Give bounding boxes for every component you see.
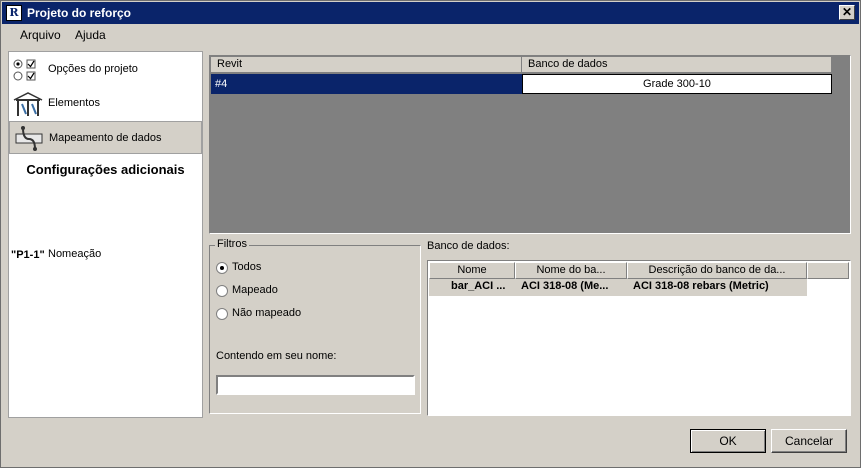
database-list: Nome Nome do ba... Descrição do banco de…: [427, 260, 851, 416]
column-header-revit[interactable]: Revit: [211, 57, 522, 73]
window-title: Projeto do reforço: [27, 6, 132, 20]
column-header-description[interactable]: Descrição do banco de da...: [627, 262, 807, 279]
nav-item-label: Mapeamento de dados: [49, 132, 162, 144]
grid-cell-database[interactable]: Grade 300-10: [522, 74, 832, 94]
radio-button[interactable]: [216, 285, 228, 297]
db-cell-db-name: ACI 318-08 (Me...: [521, 280, 609, 292]
menu-ajuda[interactable]: Ajuda: [75, 28, 106, 42]
mapping-icon: [13, 125, 45, 153]
dialog-window: R Projeto do reforço ✕ Arquivo Ajuda Opç…: [0, 0, 861, 468]
navigation-panel: Opções do projeto Elementos Mapeamento d…: [8, 51, 203, 418]
ok-button[interactable]: OK: [690, 429, 766, 453]
menu-arquivo[interactable]: Arquivo: [20, 28, 61, 42]
list-item[interactable]: bar_ACI ... ACI 318-08 (Me... ACI 318-08…: [429, 279, 807, 296]
naming-icon: "P1-1": [11, 249, 45, 261]
mapping-grid: Revit Banco de dados #4 Grade 300-10: [209, 55, 851, 234]
nav-item-naming[interactable]: "P1-1" Nomeação: [9, 246, 202, 266]
radio-label: Mapeado: [232, 284, 278, 296]
column-header-filler: [807, 262, 849, 279]
section-header: Configurações adicionais: [26, 162, 185, 177]
db-cell-name: bar_ACI ...: [451, 280, 506, 292]
column-header-name[interactable]: Nome: [429, 262, 515, 279]
grid-cell-revit[interactable]: #4: [211, 74, 522, 94]
options-icon: [12, 56, 44, 84]
radio-button-checked[interactable]: [216, 262, 228, 274]
nav-item-project-options[interactable]: Opções do projeto: [9, 53, 202, 86]
db-cell-description: ACI 318-08 rebars (Metric): [633, 280, 769, 292]
app-icon: R: [6, 5, 22, 21]
nav-item-label: Elementos: [48, 97, 100, 109]
radio-label: Todos: [232, 261, 262, 273]
database-label: Banco de dados:: [427, 240, 510, 252]
contains-label: Contendo em seu nome:: [216, 350, 337, 362]
filters-legend: Filtros: [215, 238, 249, 250]
filters-group: Filtros Todos Mapeado Não mapeado Conten…: [209, 238, 421, 414]
frame-icon: [12, 90, 44, 118]
radio-label: Não mapeado: [232, 307, 302, 319]
nav-item-label: Nomeação: [48, 248, 102, 260]
radio-button[interactable]: [216, 308, 228, 320]
menu-bar: Arquivo Ajuda: [2, 24, 859, 45]
close-button[interactable]: ✕: [839, 5, 855, 20]
cancel-button[interactable]: Cancelar: [771, 429, 847, 453]
title-bar[interactable]: R Projeto do reforço ✕: [2, 2, 859, 24]
nav-item-elements[interactable]: Elementos: [9, 87, 202, 120]
column-header-db-name[interactable]: Nome do ba...: [515, 262, 627, 279]
nav-item-label: Opções do projeto: [48, 63, 138, 75]
nav-item-data-mapping[interactable]: Mapeamento de dados: [9, 121, 202, 154]
name-filter-input[interactable]: [216, 375, 415, 395]
column-header-database[interactable]: Banco de dados: [522, 57, 832, 73]
